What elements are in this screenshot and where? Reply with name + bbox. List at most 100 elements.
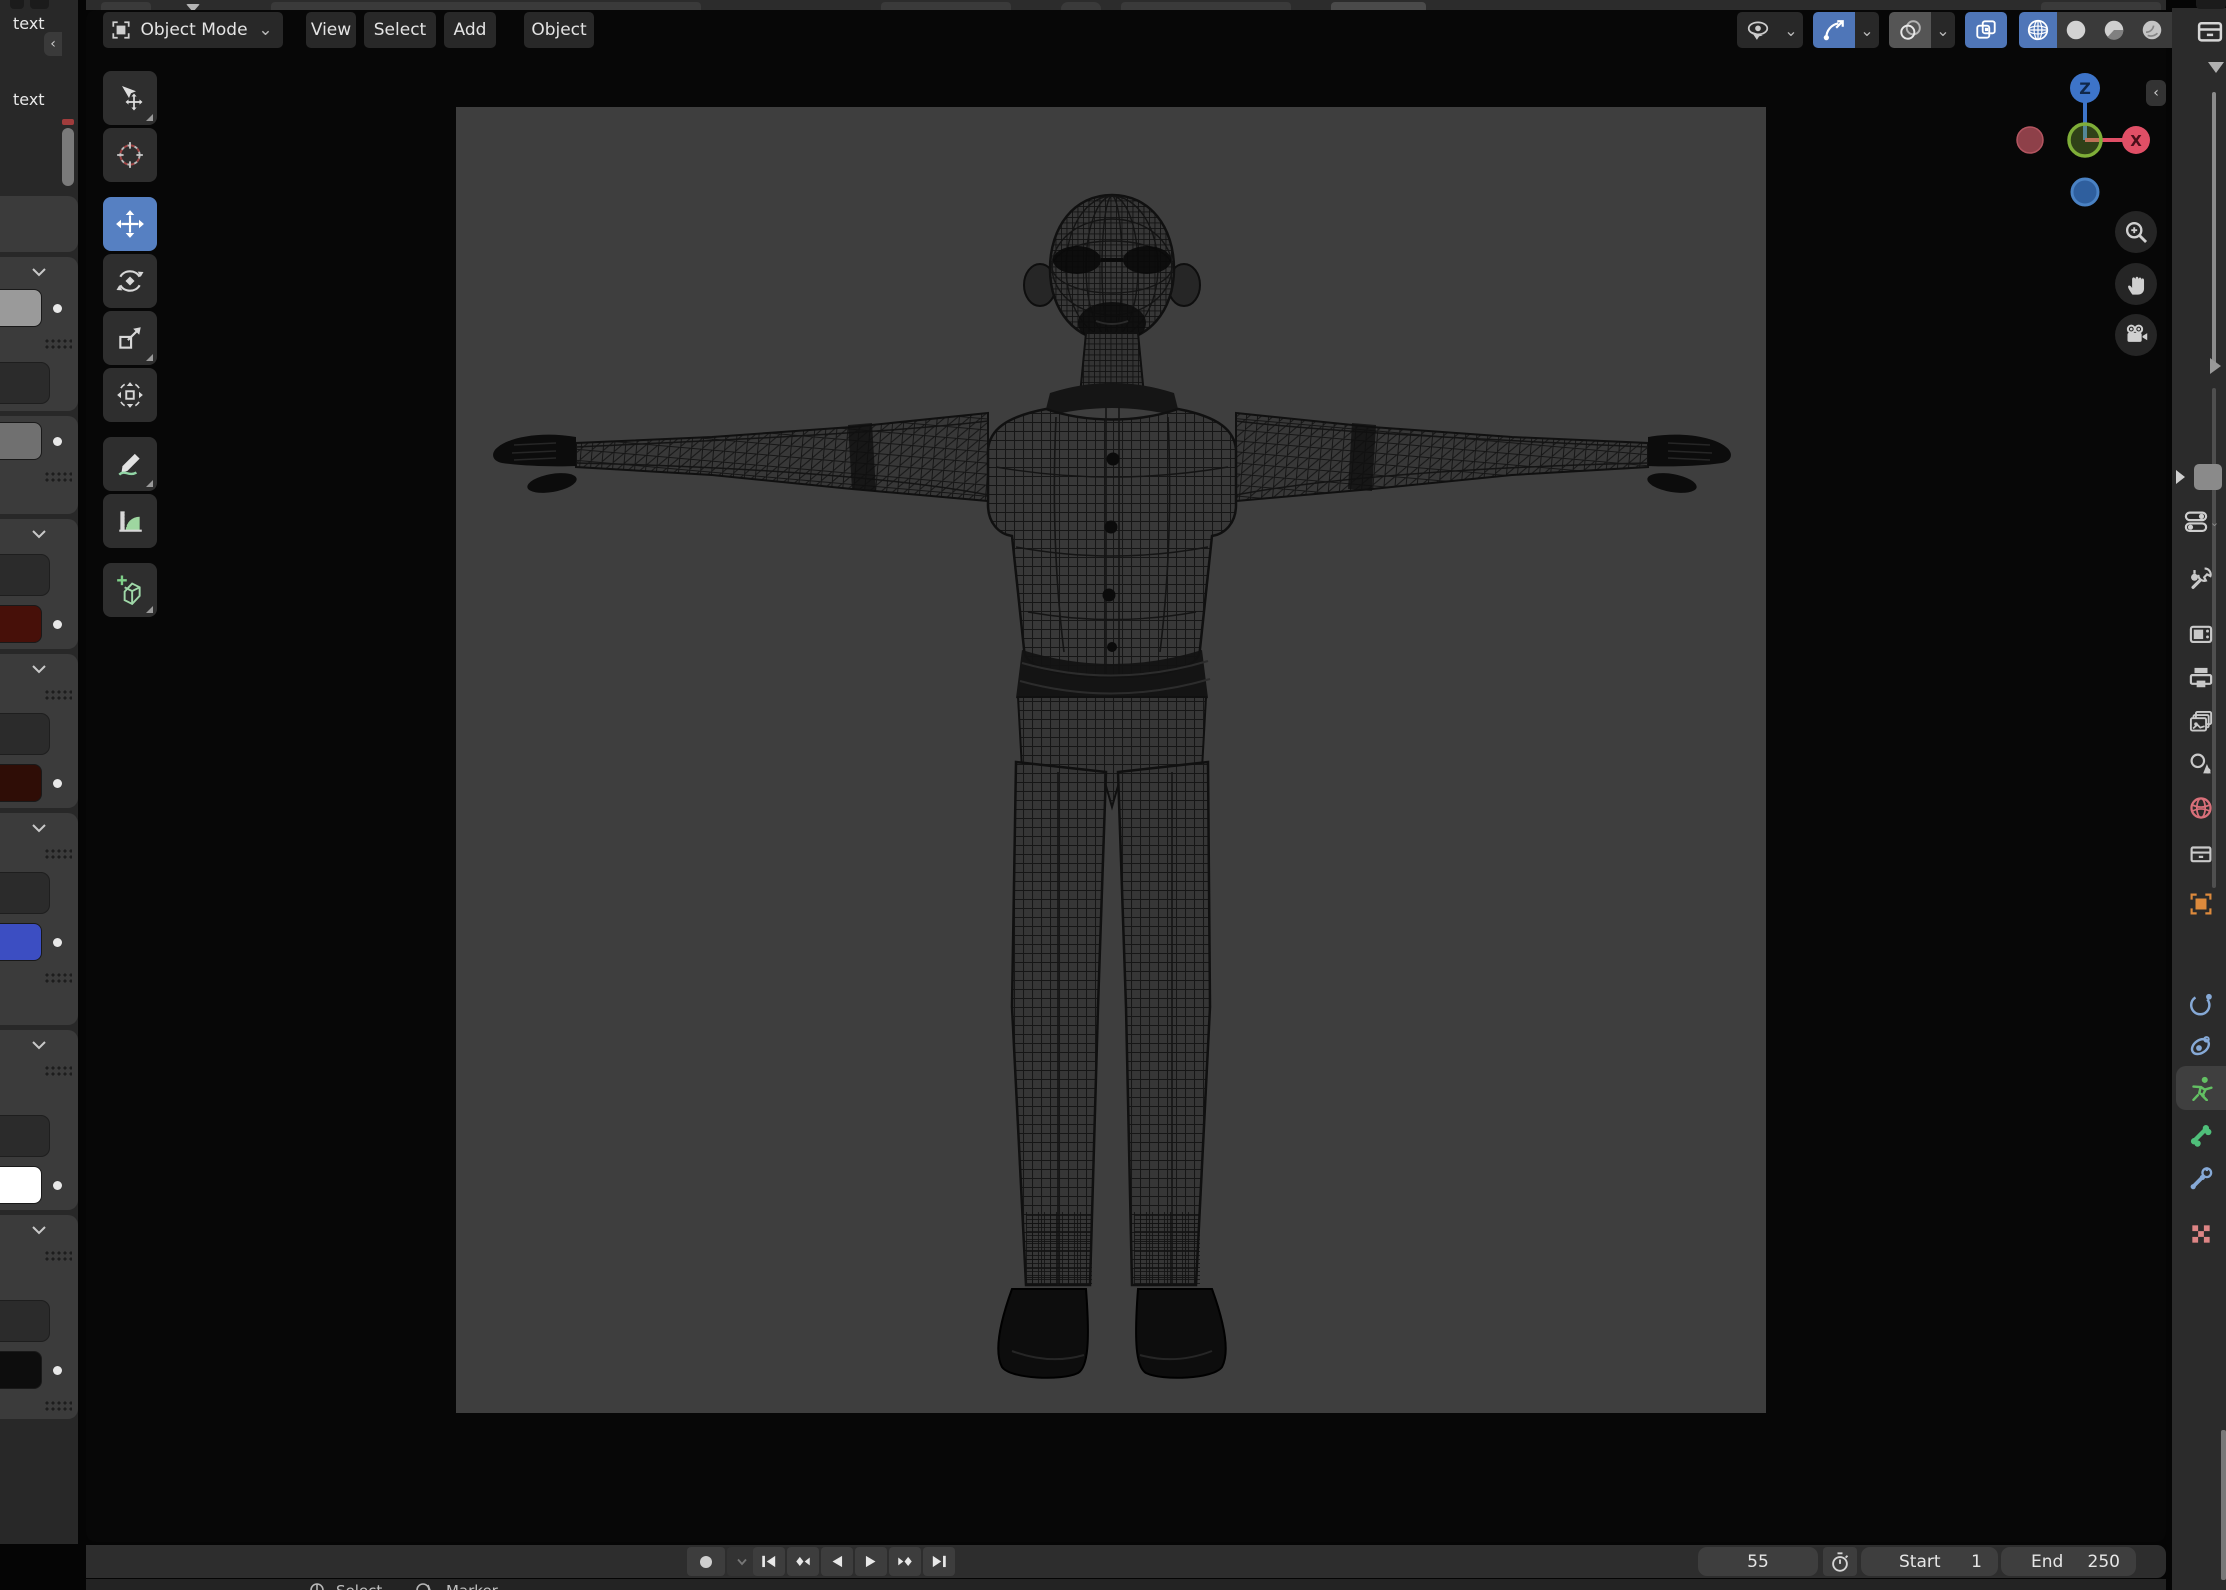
section-chevron-icon[interactable] [0, 521, 78, 547]
properties-tab-bone-constraint-icon[interactable] [2176, 1156, 2226, 1200]
color-swatch[interactable] [0, 919, 78, 965]
select-menu[interactable]: Select [336, 1582, 382, 1590]
properties-scrollbar[interactable] [2221, 1430, 2226, 1580]
section-chevron-icon[interactable] [0, 1217, 78, 1243]
tool-add-cube[interactable] [103, 563, 157, 617]
axis-y-ball[interactable] [2069, 124, 2101, 156]
properties-tab-collection-icon[interactable] [2176, 832, 2226, 876]
frame-end-field[interactable]: End 250 [2001, 1547, 2136, 1576]
color-swatch[interactable] [0, 760, 78, 806]
link-dot[interactable] [53, 1366, 62, 1375]
previous-keyframe-button[interactable] [787, 1547, 819, 1576]
section-chevron-icon[interactable] [0, 815, 78, 841]
shading-rendered-icon[interactable] [2133, 12, 2171, 48]
link-dot[interactable] [53, 938, 62, 947]
link-dot[interactable] [53, 1181, 62, 1190]
disclosure-down-icon[interactable] [2208, 62, 2224, 73]
eye-toggle[interactable]: ⌄ [1737, 12, 1803, 48]
auto-keying-stopwatch-button[interactable] [1823, 1547, 1857, 1576]
shading-solid-icon[interactable] [2057, 12, 2095, 48]
link-dot[interactable] [53, 304, 62, 313]
panel-input-field[interactable] [0, 1293, 78, 1347]
menu-select[interactable]: Select [364, 12, 436, 48]
eye-icon[interactable] [1737, 12, 1779, 48]
properties-tab-object-icon[interactable] [2176, 882, 2226, 926]
drag-grip[interactable] [0, 965, 78, 989]
drag-grip[interactable] [0, 331, 78, 355]
panel-input-field[interactable] [0, 1108, 78, 1162]
disclosure-right-icon[interactable] [2210, 358, 2221, 374]
pan-button[interactable] [2115, 263, 2157, 305]
properties-tab-render-icon[interactable] [2176, 612, 2226, 656]
drag-grip[interactable] [0, 464, 78, 488]
render-canvas[interactable] [456, 107, 1766, 1413]
properties-tab-bone-icon[interactable] [2176, 1112, 2226, 1156]
properties-tab-scene-icon[interactable] [2176, 742, 2226, 786]
chevron-down-icon[interactable]: ⌄ [1855, 12, 1879, 48]
menu-object[interactable]: Object [524, 12, 594, 48]
shading-mode-switch[interactable]: ⌄ [2019, 12, 2195, 48]
mode-selector[interactable]: Object Mode ⌄ [103, 12, 283, 48]
link-dot[interactable] [53, 437, 62, 446]
tool-measure[interactable] [103, 494, 157, 548]
panel-input-field[interactable] [0, 547, 78, 601]
overlays-icon[interactable] [1889, 12, 1931, 48]
outliner-scrollbar[interactable] [2212, 92, 2216, 370]
tool-transform[interactable] [103, 368, 157, 422]
panel-scrollbar[interactable] [62, 128, 74, 186]
tool-annotate[interactable] [103, 437, 157, 491]
jump-to-end-button[interactable] [923, 1547, 955, 1576]
drag-grip[interactable] [0, 682, 78, 706]
tool-move[interactable] [103, 197, 157, 251]
chevron-down-icon[interactable]: ⌄ [1779, 12, 1803, 48]
tool-rotate[interactable] [103, 254, 157, 308]
properties-tab-tool-icon[interactable] [2176, 556, 2226, 600]
camera-view-button[interactable] [2115, 314, 2157, 356]
tool-select[interactable] [103, 71, 157, 125]
properties-tab-output-icon[interactable] [2176, 656, 2226, 700]
drag-grip[interactable] [0, 1058, 78, 1082]
jump-to-start-button[interactable] [753, 1547, 785, 1576]
outliner-object-icon[interactable] [2194, 464, 2222, 490]
axis-x-negative-ball[interactable] [2017, 127, 2043, 153]
menu-add[interactable]: Add [444, 12, 496, 48]
section-chevron-icon[interactable] [0, 259, 78, 285]
link-dot[interactable] [53, 779, 62, 788]
color-swatch[interactable] [0, 1347, 78, 1393]
drag-grip[interactable] [0, 1243, 78, 1267]
next-keyframe-button[interactable] [889, 1547, 921, 1576]
properties-tab-editor-type-icon[interactable]: ⌄ [2176, 500, 2226, 544]
color-swatch[interactable] [0, 1162, 78, 1208]
tool-scale[interactable] [103, 311, 157, 365]
frame-start-field[interactable]: Start 1 [1861, 1547, 1998, 1576]
gizmo-icon[interactable] [1813, 12, 1855, 48]
drag-grip[interactable] [0, 841, 78, 865]
color-swatch[interactable] [0, 418, 78, 464]
properties-tab-view-layer-icon[interactable] [2176, 700, 2226, 744]
xray-toggle[interactable] [1965, 12, 2007, 48]
panel-input-field[interactable] [0, 706, 78, 760]
properties-tab-object-data-icon[interactable] [2176, 1066, 2226, 1110]
overlays-toggle[interactable]: ⌄ [1889, 12, 1955, 48]
zoom-button[interactable] [2115, 211, 2157, 253]
properties-tab-world-icon[interactable] [2176, 786, 2226, 830]
xray-icon[interactable] [1965, 12, 2007, 48]
link-dot[interactable] [53, 620, 62, 629]
collapse-chevron-icon[interactable]: ‹ [44, 32, 62, 56]
record-button[interactable] [687, 1547, 725, 1576]
properties-tab-physics-icon[interactable] [2176, 982, 2226, 1026]
sidebar-collapse-icon[interactable]: ‹ [2146, 80, 2166, 106]
outliner-expand-icon[interactable] [2176, 470, 2185, 484]
gizmo-toggle[interactable]: ⌄ [1813, 12, 1879, 48]
play-button[interactable] [855, 1547, 887, 1576]
chevron-down-icon[interactable]: ⌄ [1931, 12, 1955, 48]
axis-z-negative-ball[interactable] [2072, 179, 2098, 205]
current-frame-field[interactable]: 55 [1698, 1547, 1818, 1576]
section-chevron-icon[interactable] [0, 656, 78, 682]
menu-view[interactable]: View [306, 12, 356, 48]
panel-input-field[interactable] [0, 865, 78, 919]
color-swatch[interactable] [0, 285, 78, 331]
section-chevron-icon[interactable] [0, 1032, 78, 1058]
marker-menu[interactable]: Marker [446, 1582, 498, 1590]
shading-wireframe-icon[interactable] [2019, 12, 2057, 48]
